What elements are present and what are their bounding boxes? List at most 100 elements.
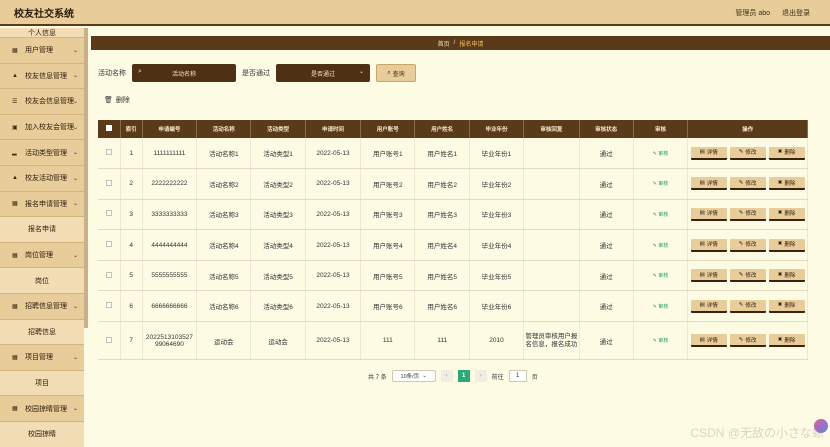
sidebar-menu-15[interactable]: ▦ 校园掠睛管理 ⌄ bbox=[0, 396, 84, 422]
delete-button[interactable]: ✖ 删除 bbox=[768, 269, 805, 283]
detail-button[interactable]: ▤ 详情 bbox=[690, 299, 727, 313]
checkbox-icon bbox=[105, 149, 112, 156]
cell-status: 通过 bbox=[579, 199, 634, 231]
sidebar-subitem-12[interactable]: 招聘信息 bbox=[0, 319, 84, 346]
cell-year: 2010 bbox=[469, 321, 525, 361]
edit-button[interactable]: ✎ 修改 bbox=[729, 207, 766, 221]
sidebar-menu-5[interactable]: ▂ 活动类型管理 ⌄ bbox=[0, 140, 84, 166]
edit-button[interactable]: ✎ 修改 bbox=[729, 299, 766, 313]
cell-type: 活动类型6 bbox=[250, 290, 306, 323]
sidebar-scrollbar[interactable] bbox=[84, 28, 88, 328]
table-row[interactable]: 4 4444444444 活动名称4 活动类型4 2022-05-13 用户账号4 用户姓名… bbox=[98, 229, 808, 261]
sidebar-menu-1[interactable]: ▦ 用户管理 ⌄ bbox=[0, 38, 84, 64]
search-icon: ⌕ bbox=[138, 68, 142, 75]
sidebar-subitem-16[interactable]: 校园掠睛 bbox=[0, 421, 84, 447]
trash-icon: ✖ bbox=[777, 210, 783, 217]
table-row[interactable]: 6 6666666666 活动名称6 活动类型6 2022-05-13 用户账号6 用户姓名… bbox=[98, 290, 808, 323]
cell-year: 毕业年份4 bbox=[469, 229, 525, 261]
audit-link[interactable]: ✎ 审核 bbox=[653, 212, 669, 218]
edit-button[interactable]: ✎ 修改 bbox=[729, 269, 766, 283]
row-checkbox[interactable] bbox=[98, 260, 121, 292]
sidebar-subitem-8[interactable]: 报名申请 bbox=[0, 217, 84, 243]
audit-link[interactable]: ✎ 审核 bbox=[653, 151, 669, 157]
sidebar-menu-4[interactable]: ▣ 加入校友会管理 ⌄ bbox=[0, 115, 84, 141]
audit-cell: ✎ 审核 bbox=[633, 321, 689, 361]
table-row[interactable]: 2 2222222222 活动名称2 活动类型2 2022-05-13 用户账号2 用户姓名… bbox=[98, 168, 808, 200]
detail-button[interactable]: ▤ 详情 bbox=[690, 238, 727, 252]
sidebar-menu-9[interactable]: ▦ 岗位管理 ⌄ bbox=[0, 243, 84, 269]
logout-link[interactable]: 退出登录 bbox=[782, 8, 810, 18]
cell-date: 2022-05-13 bbox=[305, 138, 362, 170]
audit-link[interactable]: ✎ 审核 bbox=[653, 181, 669, 187]
chevron-down-icon: ⌄ bbox=[72, 47, 78, 54]
delete-button[interactable]: ✖ 删除 bbox=[768, 334, 805, 348]
cell-name: 用户姓名5 bbox=[414, 260, 470, 292]
detail-button[interactable]: ▤ 详情 bbox=[690, 207, 727, 221]
grid-icon: ▦ bbox=[12, 201, 18, 208]
row-checkbox[interactable] bbox=[98, 168, 121, 200]
detail-button[interactable]: ▤ 详情 bbox=[690, 269, 727, 283]
delete-button[interactable]: ✖ 删除 bbox=[768, 177, 805, 191]
audit-link[interactable]: ✎ 审核 bbox=[653, 304, 669, 310]
sidebar-menu-13[interactable]: ▦ 项目管理 ⌄ bbox=[0, 345, 84, 371]
sidebar-menu-7[interactable]: ▦ 报名申请管理 ⌄ bbox=[0, 192, 84, 218]
delete-button[interactable]: ✖ 删除 bbox=[768, 299, 805, 313]
delete-button[interactable]: ✖ 删除 bbox=[768, 207, 805, 221]
row-checkbox[interactable] bbox=[98, 199, 121, 231]
delete-button[interactable]: ✖ 删除 bbox=[768, 238, 805, 252]
box-icon: ▣ bbox=[12, 124, 18, 131]
sidebar-menu-2[interactable]: ▲ 校友信息管理 ⌄ bbox=[0, 64, 84, 90]
goto-page-input[interactable]: 1 bbox=[508, 370, 527, 382]
detail-button[interactable]: ▤ 详情 bbox=[690, 334, 727, 348]
sidebar: 个人信息 ▦ 用户管理 ⌄ ▲ 校友信息管理 ⌄ ☰ 校友会信息管理 ⌄ ▣ 加入校友会管理 ⌄ ▂ 活动类… bbox=[0, 28, 84, 447]
edit-button[interactable]: ✎ 修改 bbox=[729, 146, 766, 160]
table-row[interactable]: 3 3333333333 活动名称3 活动类型3 2022-05-13 用户账号3 用户姓名… bbox=[98, 199, 808, 231]
audit-label: 审核 bbox=[658, 211, 669, 218]
batch-delete-button[interactable]: 🗑︎ 删除 bbox=[104, 95, 130, 105]
cell-date: 2022-05-13 bbox=[305, 290, 362, 323]
edit-icon: ✎ bbox=[738, 179, 744, 186]
edit-label: 修改 bbox=[745, 180, 757, 187]
row-checkbox[interactable] bbox=[98, 229, 121, 261]
cell-activity: 活动名称1 bbox=[196, 138, 252, 170]
edit-button[interactable]: ✎ 修改 bbox=[729, 238, 766, 252]
next-page-button[interactable]: › bbox=[474, 370, 487, 382]
edit-button[interactable]: ✎ 修改 bbox=[729, 177, 766, 191]
prev-page-button[interactable]: ‹ bbox=[440, 370, 453, 382]
edit-button[interactable]: ✎ 修改 bbox=[729, 334, 766, 348]
sidebar-subitem-0[interactable]: 个人信息 bbox=[0, 28, 84, 38]
row-checkbox[interactable] bbox=[98, 321, 121, 361]
table-row[interactable]: 1 1111111111 活动名称1 活动类型1 2022-05-13 用户账号1 用户姓名… bbox=[98, 138, 808, 170]
grid-icon: ▦ bbox=[12, 406, 18, 413]
audit-link[interactable]: ✎ 审核 bbox=[653, 273, 669, 279]
sidebar-subitem-10[interactable]: 岗位 bbox=[0, 268, 84, 294]
sidebar-menu-3[interactable]: ☰ 校友会信息管理 ⌄ bbox=[0, 89, 84, 115]
audit-link[interactable]: ✎ 审核 bbox=[653, 243, 669, 249]
chevron-down-icon: ⌄ bbox=[72, 124, 78, 131]
sidebar-menu-11[interactable]: ▦ 招聘信息管理 ⌄ bbox=[0, 294, 84, 320]
activity-name-input[interactable]: ⌕ 活动名称 bbox=[132, 64, 236, 82]
query-button[interactable]: ⌕ 查询 bbox=[376, 64, 416, 82]
sidebar-subitem-14[interactable]: 项目 bbox=[0, 370, 84, 397]
table-row[interactable]: 5 5555555555 活动名称5 活动类型5 2022-05-13 用户账号5 用户姓名… bbox=[98, 260, 808, 292]
page-number-current[interactable]: 1 bbox=[457, 370, 470, 382]
trash-icon: ✖ bbox=[777, 241, 783, 248]
breadcrumb-home[interactable]: 首页 bbox=[438, 39, 450, 48]
pass-status-select[interactable]: 是否通过 ⌄ bbox=[276, 64, 370, 82]
admin-user-label[interactable]: 管理员 abo bbox=[735, 8, 770, 18]
sidebar-menu-6[interactable]: ▲ 校友活动管理 ⌄ bbox=[0, 166, 84, 192]
audit-link[interactable]: ✎ 审核 bbox=[653, 338, 669, 344]
assistant-logo-icon bbox=[814, 419, 828, 433]
row-checkbox[interactable] bbox=[98, 138, 121, 170]
sidebar-menu-label: 校友活动管理 bbox=[25, 175, 67, 183]
page-size-select[interactable]: 10条/页 ⌄ bbox=[391, 370, 436, 382]
detail-button[interactable]: ▤ 详情 bbox=[690, 177, 727, 191]
cell-number: 1111111111 bbox=[142, 138, 198, 170]
select-all-checkbox[interactable] bbox=[98, 120, 121, 138]
cell-date: 2022-05-13 bbox=[305, 229, 362, 261]
detail-button[interactable]: ▤ 详情 bbox=[690, 146, 727, 160]
delete-button[interactable]: ✖ 删除 bbox=[768, 146, 805, 160]
row-checkbox[interactable] bbox=[98, 290, 121, 323]
cell-status: 通过 bbox=[579, 260, 634, 292]
table-row[interactable]: 7 2022513103527 99064690 运动会 运动会 2022-05-13 1… bbox=[98, 321, 808, 361]
